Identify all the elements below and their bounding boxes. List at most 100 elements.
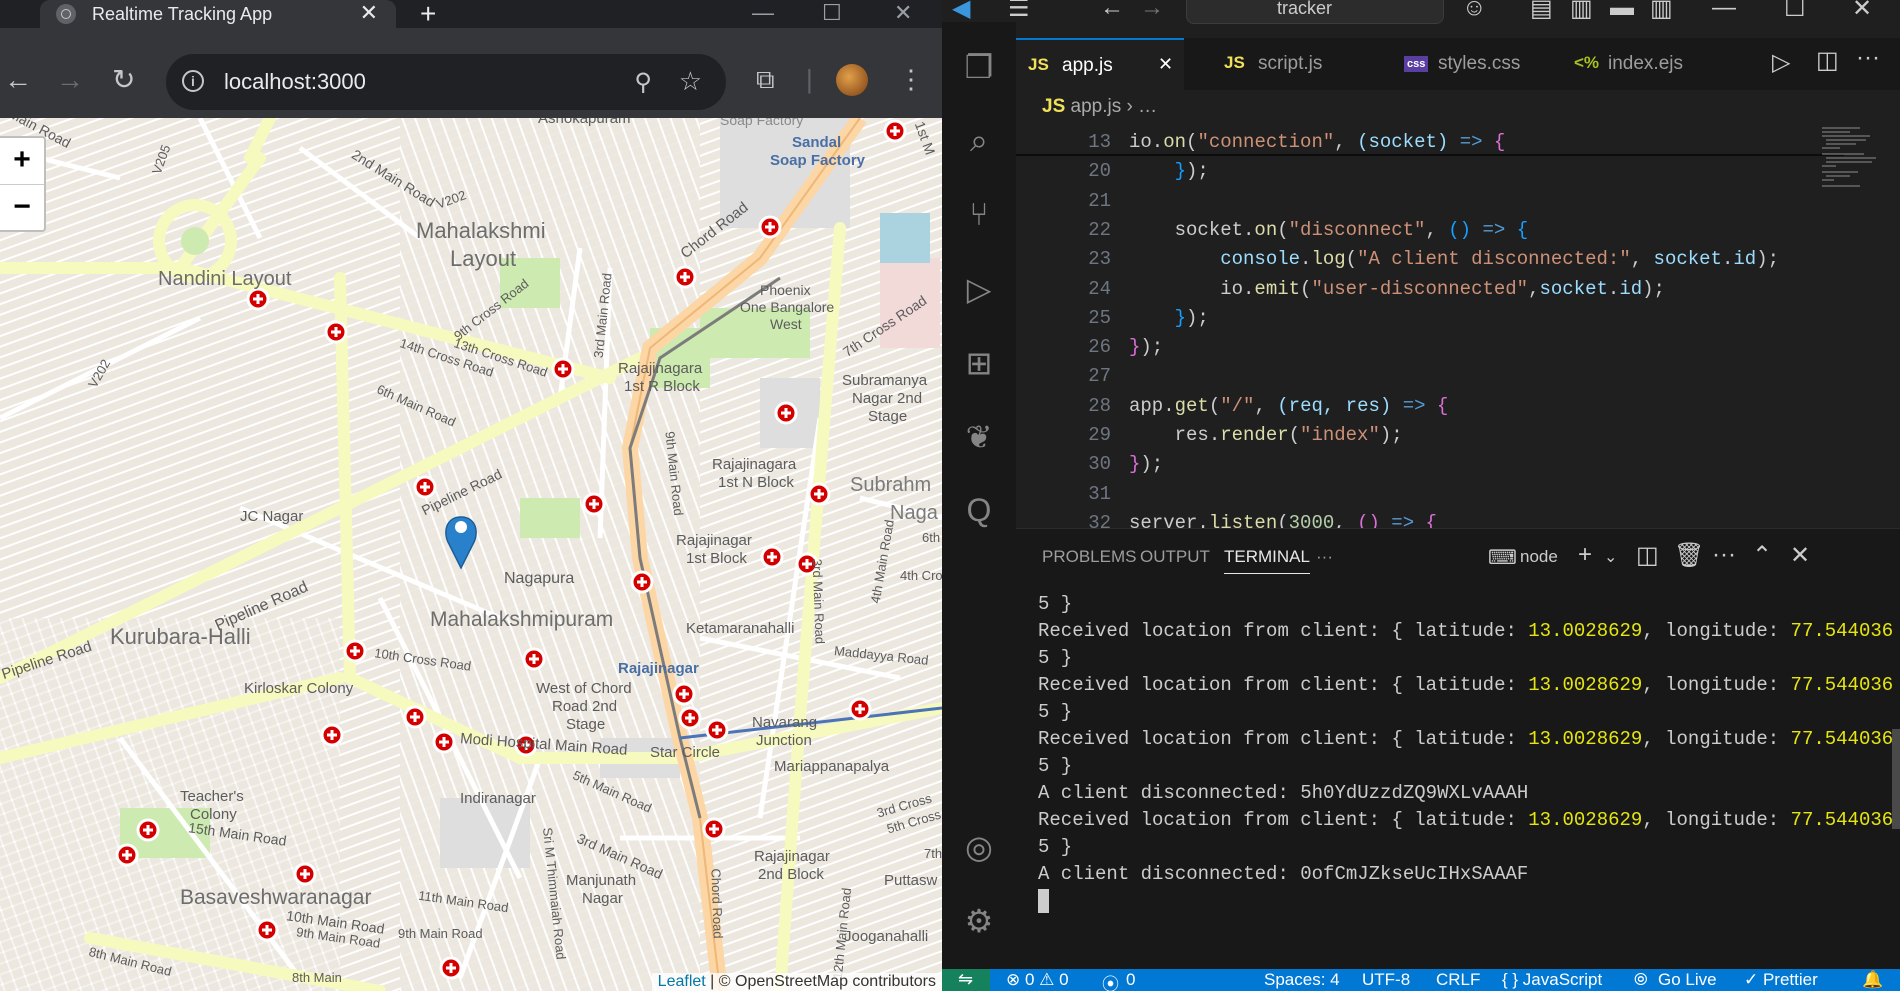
source-control-icon[interactable]: ⑂ [942,196,1016,256]
problems-count[interactable]: ⊗ 0 ⚠ 0 [1006,970,1069,990]
code-line[interactable]: }); [1129,157,1209,186]
chevron-down-icon[interactable]: ⌄ [1604,547,1617,567]
line-number: 27 [1088,365,1111,388]
address-bar[interactable]: i localhost:3000 ⚲ ☆ [166,54,726,110]
remote-indicator[interactable]: ⇋ [942,969,990,991]
extensions-icon[interactable]: ⧉ [756,64,775,96]
map-label: 2nd Block [758,866,824,883]
leaflet-map[interactable]: Main Road Ashokapuram Soap Factory Sanda… [0,118,942,991]
terminal-line: Received location from client: { latitud… [1038,728,1894,750]
maximize-button[interactable]: ☐ [822,0,842,26]
end-of-line[interactable]: CRLF [1436,970,1480,990]
go-live-button[interactable]: Go Live [1658,970,1717,990]
code-line[interactable]: }); [1129,450,1163,479]
encoding[interactable]: UTF-8 [1362,970,1410,990]
close-icon[interactable]: ✕ [1852,0,1872,23]
map-label: Rajajinagar [618,660,699,677]
ports-icon[interactable]: ⦿ [1102,970,1119,991]
breadcrumb-file[interactable]: app.js [1071,96,1122,117]
split-terminal-icon[interactable]: ◫ [1636,541,1659,570]
close-panel-icon[interactable]: ✕ [1790,541,1810,570]
maximize-icon[interactable]: ☐ [1784,0,1806,23]
new-terminal-icon[interactable]: + [1578,541,1592,569]
tab-close-icon[interactable]: ✕ [1158,54,1173,75]
back-arrow-icon[interactable]: ← [1100,0,1124,22]
search-icon[interactable]: ⌕ [942,122,1016,182]
indentation[interactable]: Spaces: 4 [1264,970,1340,990]
run-icon[interactable]: ▷ [1772,48,1790,77]
extensions-icon[interactable]: ⊞ [942,344,1016,404]
tab-app-js[interactable]: JS app.js ✕ [1016,38,1184,92]
code-line[interactable]: console.log("A client disconnected:", so… [1129,245,1779,274]
toggle-secondary-sidebar-icon[interactable]: ▥ [1650,0,1673,23]
ports-count[interactable]: 0 [1126,970,1135,990]
trash-icon[interactable]: 🗑 [1674,541,1704,570]
tab-script-js[interactable]: JS script.js [1212,38,1392,90]
run-debug-icon[interactable]: ▷ [942,270,1016,330]
minimap[interactable] [1820,124,1884,194]
code-editor[interactable]: 13 io.on("connection", (socket) => {20 })… [1016,128,1900,534]
terminal-scrollbar[interactable] [1892,589,1900,949]
profile-avatar[interactable] [836,64,868,96]
bottom-panel: PROBLEMS OUTPUT TERMINAL ··· ⌨ node + ⌄ … [1016,528,1900,970]
location-pin-icon[interactable]: ⚲ [634,68,652,97]
tab-problems[interactable]: PROBLEMS [1042,547,1136,567]
breadcrumb-more[interactable]: … [1138,96,1157,117]
split-editor-icon[interactable]: ◫ [1816,46,1839,75]
explorer-icon[interactable]: ❐ [942,48,1016,108]
toolbar-divider: | [806,64,813,94]
map-label: Nagar 2nd [852,390,923,407]
url-text[interactable]: localhost:3000 [224,69,366,95]
tab-terminal[interactable]: TERMINAL [1224,547,1310,574]
copilot-icon[interactable]: ☺ [1462,0,1487,22]
code-line[interactable]: }); [1129,304,1209,333]
language-mode[interactable]: { } JavaScript [1502,970,1602,990]
toggle-sidebar-icon[interactable]: ▥ [1570,0,1593,23]
mongodb-leaf-icon[interactable]: ❦ [942,418,1016,478]
globe-icon [56,4,76,24]
menu-icon[interactable]: ☰ [1008,0,1030,23]
command-center-search[interactable]: tracker [1186,0,1444,24]
tab-index-ejs[interactable]: <% index.ejs [1562,38,1732,90]
browser-tab[interactable]: Realtime Tracking App ✕ [40,0,396,28]
prettier-status[interactable]: ✓ Prettier [1744,970,1818,990]
notifications-bell-icon[interactable]: 🔔 [1862,970,1883,990]
code-line[interactable]: res.render("index"); [1129,421,1403,450]
code-line[interactable]: app.get("/", (req, res) => { [1129,392,1448,421]
close-window-button[interactable]: ✕ [894,0,912,26]
minimize-icon[interactable]: — [1712,0,1736,22]
reload-icon[interactable]: ↻ [112,66,135,94]
tab-styles-css[interactable]: css styles.css [1392,38,1562,90]
code-line[interactable]: io.on("connection", (socket) => { [1129,128,1505,157]
panel-more[interactable]: ··· [1316,547,1333,567]
forward-arrow-icon[interactable]: → [1140,0,1164,22]
zoom-in-button[interactable]: + [0,138,44,185]
query-icon[interactable]: Q [942,492,1016,552]
terminal-output[interactable]: 5 } Received location from client: { lati… [1038,591,1894,888]
code-line[interactable]: io.emit("user-disconnected",socket.id); [1129,275,1665,304]
layout-icon[interactable]: ▤ [1530,0,1553,23]
back-icon[interactable]: ← [4,66,32,94]
code-line[interactable]: socket.on("disconnect", () => { [1129,216,1529,245]
settings-gear-icon[interactable]: ⚙ [942,902,1016,962]
maximize-panel-icon[interactable]: ⌃ [1752,541,1772,570]
more-actions-icon[interactable]: ··· [1856,44,1880,72]
tab-close-button[interactable]: ✕ [360,0,378,26]
menu-kebab-icon[interactable]: ⋮ [898,64,924,95]
leaflet-link[interactable]: Leaflet [658,973,706,990]
site-info-icon[interactable]: i [182,70,204,92]
code-line[interactable]: }); [1129,333,1163,362]
account-icon[interactable]: ◎ [942,828,1016,888]
tab-output[interactable]: OUTPUT [1140,547,1210,567]
more-icon[interactable]: ··· [1712,541,1736,569]
toggle-panel-icon[interactable]: ▬ [1610,0,1634,22]
new-tab-button[interactable]: + [420,0,436,30]
bookmark-star-icon[interactable]: ☆ [679,66,702,97]
map-label: JC Nagar [240,508,304,525]
forward-icon[interactable]: → [56,66,84,94]
zoom-out-button[interactable]: − [0,185,44,231]
minimize-button[interactable]: — [752,0,774,26]
map-label: Kurubara-Halli [110,624,251,649]
terminal-shell-name[interactable]: node [1520,547,1558,567]
map-label: Indiranagar [460,790,536,807]
